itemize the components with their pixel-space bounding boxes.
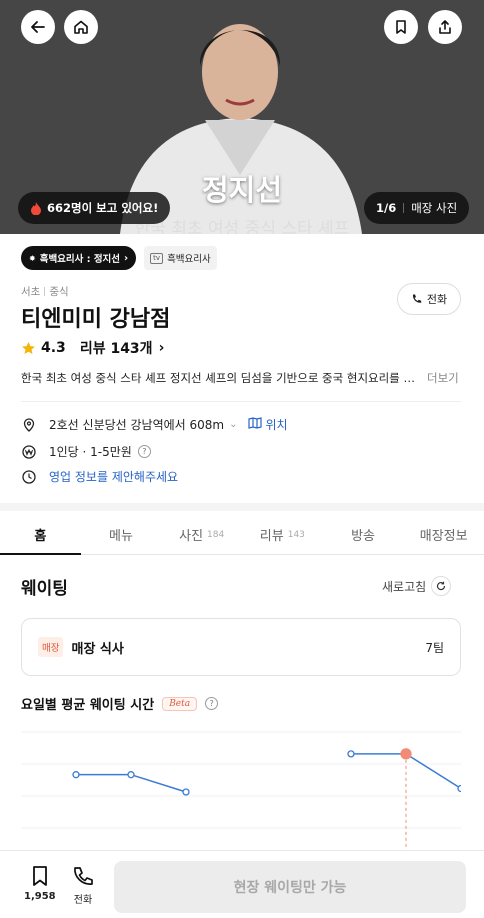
store-badge: 매장 — [38, 637, 64, 657]
tab-label: 방송 — [351, 529, 375, 544]
call-label: 전화 — [426, 293, 448, 306]
tab-count: 143 — [287, 529, 305, 540]
description-text: 한국 최초 여성 중식 스타 셰프 정지선 셰프의 딤섬을 기반으로 중국 현지… — [21, 371, 417, 385]
category-region: 서초 — [21, 286, 41, 298]
bottom-call-label: 전화 — [73, 895, 93, 906]
chevron-right-icon: › — [124, 252, 129, 264]
divider — [403, 203, 405, 213]
price-row: 1인당 · 1-5만원 ? — [21, 443, 151, 460]
phone-icon — [412, 294, 422, 303]
bookmark-icon — [396, 20, 406, 34]
tab-photos[interactable]: 사진 184 — [161, 515, 242, 554]
phone-icon — [74, 867, 93, 885]
photo-gallery-button[interactable]: 1/6 매장 사진 — [364, 192, 470, 224]
rating-score: 4.3 — [41, 340, 66, 356]
chart-line-segment — [405, 753, 461, 790]
tab-broadcast[interactable]: 방송 — [323, 515, 404, 554]
help-icon[interactable]: ? — [137, 445, 151, 458]
chart-highlight-point[interactable] — [400, 748, 412, 760]
tab-home[interactable]: 홈 — [0, 515, 81, 555]
rating-row[interactable]: 4.3 리뷰 143개 › — [21, 338, 164, 358]
average-waiting-label: 요일별 평균 웨이팅 시간 — [21, 698, 155, 713]
waiting-title: 웨이팅 — [21, 579, 68, 599]
refresh-button[interactable]: 새로고침 — [382, 576, 452, 596]
tab-label: 매장정보 — [419, 529, 468, 544]
waiting-team-count: 7팀 — [425, 640, 444, 655]
price-text: 1인당 · 1-5만원 — [49, 445, 132, 459]
bookmark-button[interactable] — [384, 10, 418, 44]
show-tag[interactable]: ✸ 흑백요리사 : 정지선 › — [21, 246, 137, 270]
tag-row: ✸ 흑백요리사 : 정지선 › tv 흑백요리사 — [21, 246, 217, 270]
divider — [21, 401, 461, 402]
chart-line-segment — [130, 773, 187, 793]
average-waiting-title: 요일별 평균 웨이팅 시간 Beta ? — [21, 694, 219, 713]
location-pin-icon — [21, 417, 37, 433]
location-row: 2호선 신분당선 강남역에서 608m ⌄ 위치 — [21, 416, 288, 433]
chart-point[interactable] — [347, 750, 355, 758]
tv-tag[interactable]: tv 흑백요리사 — [144, 246, 217, 270]
category-type: 중식 — [49, 286, 69, 298]
star-icon: ✸ — [29, 253, 36, 263]
beta-badge: Beta — [162, 696, 198, 711]
waiting-time-chart — [21, 731, 461, 856]
chevron-down-icon[interactable]: ⌄ — [229, 419, 237, 430]
photo-label: 매장 사진 — [411, 201, 458, 215]
more-link[interactable]: 더보기 — [427, 370, 459, 386]
chart-point[interactable] — [182, 788, 190, 796]
tab-bar: 홈 메뉴 사진 184 리뷰 143 방송 매장정보 — [0, 515, 484, 555]
review-count-link[interactable]: 리뷰 143개 — [80, 338, 153, 358]
bottom-action-bar: 1,958 전화 현장 웨이팅만 가능 — [0, 850, 484, 918]
store-name: 티엔미미 강남점 — [21, 307, 171, 332]
location-text[interactable]: 2호선 신분당선 강남역에서 608m — [49, 416, 224, 433]
share-button[interactable] — [428, 10, 462, 44]
location-map-link[interactable]: 위치 — [266, 416, 288, 433]
chart-point[interactable] — [457, 784, 461, 793]
hours-row: 영업 정보를 제안해주세요 — [21, 468, 178, 485]
tab-count: 184 — [207, 529, 225, 540]
photo-counter: 1/6 — [376, 201, 397, 215]
tab-reviews[interactable]: 리뷰 143 — [242, 515, 323, 554]
store-category: 서초 중식 — [21, 284, 69, 299]
bookmark-count: 1,958 — [24, 891, 56, 902]
tab-label: 홈 — [34, 529, 47, 544]
waiting-card[interactable]: 매장 매장 식사 7팀 — [21, 618, 461, 676]
home-icon — [74, 20, 88, 34]
star-icon — [22, 341, 35, 354]
back-button[interactable] — [21, 10, 55, 44]
hero-photo-area[interactable]: 정지선 한국 최초 여성 중식 스타 셰프 662명이 보고 있어요! 1/6 … — [0, 0, 484, 234]
suggest-hours-link[interactable]: 영업 정보를 제안해주세요 — [49, 468, 178, 485]
won-icon — [21, 444, 37, 460]
refresh-icon — [431, 576, 452, 596]
tab-label: 메뉴 — [109, 529, 133, 544]
waiting-cta-button[interactable]: 현장 웨이팅만 가능 — [114, 861, 466, 913]
waiting-card-label: 매장 식사 — [71, 641, 124, 657]
bookmark-icon — [32, 866, 47, 886]
divider — [44, 287, 46, 296]
share-icon — [439, 20, 451, 34]
chart-point[interactable] — [127, 771, 135, 779]
bottom-call-button[interactable]: 전화 — [72, 865, 94, 906]
tab-store-info[interactable]: 매장정보 — [403, 515, 484, 554]
arrow-left-icon — [31, 21, 45, 33]
tab-label: 사진 — [179, 529, 204, 544]
show-tag-label: 흑백요리사 : 정지선 — [39, 254, 121, 265]
help-icon[interactable]: ? — [205, 697, 219, 710]
clock-icon — [21, 469, 37, 485]
bottom-bookmark-button[interactable]: 1,958 — [24, 865, 56, 902]
fire-icon — [31, 202, 41, 215]
chart-point[interactable] — [72, 771, 80, 779]
viewers-badge: 662명이 보고 있어요! — [18, 192, 171, 224]
map-icon — [247, 417, 262, 432]
tab-menu[interactable]: 메뉴 — [81, 515, 162, 554]
store-description: 한국 최초 여성 중식 스타 셰프 정지선 셰프의 딤섬을 기반으로 중국 현지… — [21, 370, 461, 386]
tab-label: 리뷰 — [259, 529, 284, 544]
refresh-label: 새로고침 — [382, 579, 427, 594]
viewers-text: 662명이 보고 있어요! — [47, 201, 159, 215]
call-button[interactable]: 전화 — [397, 283, 461, 315]
tv-tag-label: 흑백요리사 — [167, 254, 211, 265]
chevron-right-icon: › — [158, 340, 165, 356]
tv-icon: tv — [150, 252, 164, 264]
home-button[interactable] — [64, 10, 98, 44]
section-divider — [0, 503, 484, 511]
